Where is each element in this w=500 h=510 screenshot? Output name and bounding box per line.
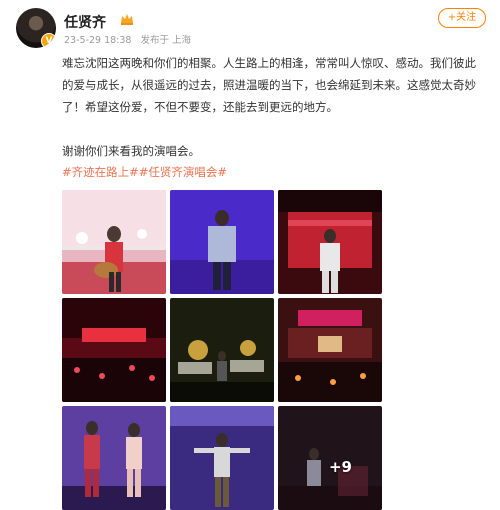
more-photos-count: +9: [328, 458, 352, 476]
photo-arms-open[interactable]: [170, 406, 274, 510]
follow-button[interactable]: +关注: [438, 8, 486, 28]
post-timestamp: 23-5-29 18:38: [64, 35, 132, 46]
photo-purple-stage[interactable]: [170, 190, 274, 294]
crown-icon: [121, 14, 133, 25]
photo-crowd-lights[interactable]: [278, 298, 382, 402]
post-paragraph-2: 谢谢你们来看我的演唱会。: [62, 144, 200, 158]
post-meta: 23-5-29 18:38 发布于 上海: [64, 32, 197, 46]
photo-red-crowd[interactable]: [62, 298, 166, 402]
photo-red-stage[interactable]: [278, 190, 382, 294]
photo-more[interactable]: +9: [278, 406, 382, 510]
post-text: 难忘沈阳这两晚和你们的相聚。人生路上的相逢，常常叫人惊叹、感动。我们彼此的爱与成…: [62, 52, 482, 162]
photo-guitar-stage[interactable]: [62, 190, 166, 294]
hashtag-link[interactable]: #任贤齐演唱会#: [139, 165, 227, 179]
avatar[interactable]: V: [16, 8, 56, 48]
post-source: 发布于 上海: [140, 35, 192, 46]
photo-grid: +9: [62, 190, 382, 510]
username[interactable]: 任贤齐: [64, 12, 106, 32]
hashtags: #齐迹在路上##任贤齐演唱会#: [62, 164, 227, 180]
photo-duet-singers[interactable]: [62, 406, 166, 510]
photo-thanks-screen[interactable]: [170, 298, 274, 402]
hashtag-link[interactable]: #齐迹在路上#: [62, 165, 139, 179]
post-paragraph-1: 难忘沈阳这两晚和你们的相聚。人生路上的相逢，常常叫人惊叹、感动。我们彼此的爱与成…: [62, 56, 476, 114]
verified-badge-icon: V: [41, 33, 56, 48]
